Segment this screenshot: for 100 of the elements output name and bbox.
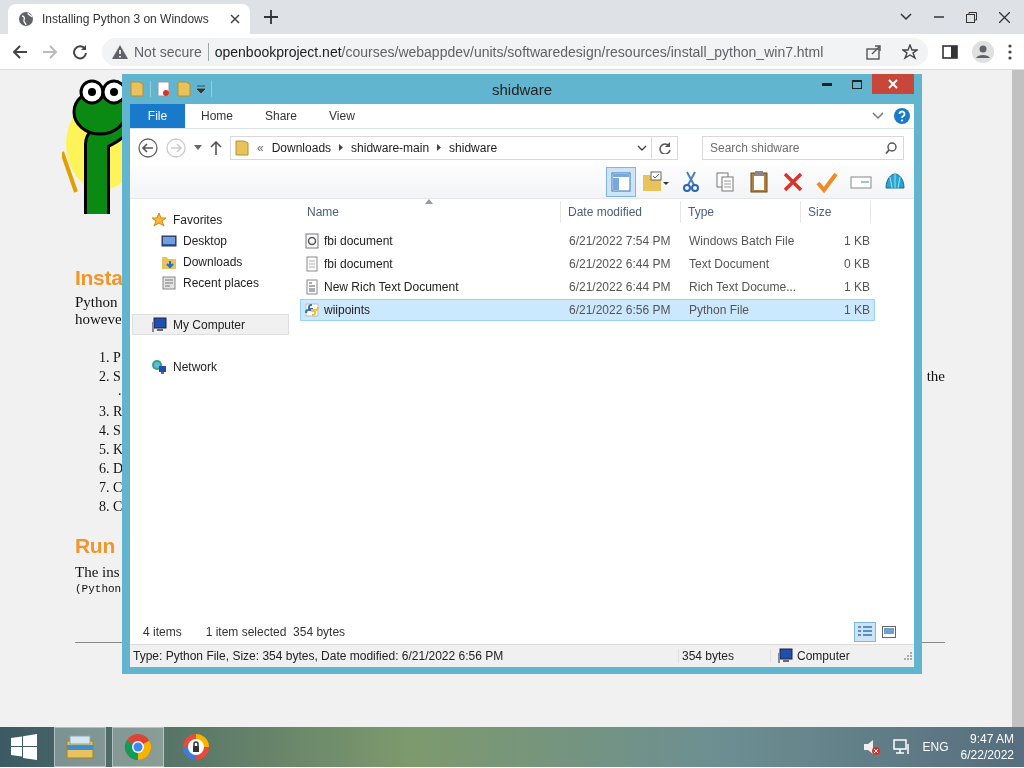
breadcrumb-item[interactable]: shidware-main xyxy=(351,140,430,155)
list-item-text: 7. C xyxy=(99,479,123,497)
maximize-icon xyxy=(852,79,862,89)
muted-speaker-icon xyxy=(862,739,881,755)
size-cell-text: 1 KB xyxy=(843,303,871,317)
section-heading: Insta xyxy=(75,266,123,290)
folder-icon xyxy=(177,81,191,97)
recent-places-icon xyxy=(161,274,177,291)
computer-icon xyxy=(777,648,793,664)
nav-item[interactable]: Network xyxy=(132,356,289,377)
nav-item[interactable]: Favorites xyxy=(132,209,289,230)
document-icon xyxy=(304,279,320,295)
list-item-text: 3. R xyxy=(99,403,123,421)
dropdown-icon xyxy=(197,85,205,93)
close-icon xyxy=(230,14,240,24)
paragraph-text: The ins xyxy=(75,564,120,581)
file-menu-button[interactable]: File xyxy=(130,104,185,128)
taskbar-app[interactable] xyxy=(112,727,164,767)
breadcrumb-overflow[interactable]: « xyxy=(257,140,264,155)
file-row[interactable]: fbi document 6/21/2022 6:44 PM Text Document 0 KB xyxy=(300,253,875,275)
share-icon xyxy=(866,43,882,60)
browser-tab[interactable]: Installing Python 3 on Windows xyxy=(8,4,250,34)
size-text: 354 bytes xyxy=(679,649,771,663)
warning-icon xyxy=(112,44,128,59)
globe-icon xyxy=(18,11,34,27)
language-indicator[interactable]: ENG xyxy=(922,740,949,754)
date-cell-text: 6/21/2022 6:44 PM xyxy=(568,280,672,294)
python-file-icon xyxy=(304,302,320,318)
date-cell-text: 6/21/2022 7:54 PM xyxy=(568,234,672,248)
details-text: Type: Python File, Size: 354 bytes, Date modified: 6/21/2022 6:56 PM xyxy=(130,649,679,663)
forward-icon xyxy=(42,43,58,60)
size-cell-text: 1 KB xyxy=(843,234,871,248)
paragraph-text: the xyxy=(926,367,945,386)
chevron-right-icon xyxy=(339,144,344,151)
image-icon xyxy=(882,625,896,638)
section-heading: Run xyxy=(75,534,115,558)
back-icon xyxy=(138,137,158,158)
refresh-button[interactable] xyxy=(652,135,678,160)
date-cell-text: 6/21/2022 6:44 PM xyxy=(568,257,672,271)
file-name: fbi document xyxy=(324,257,393,271)
scrollbar[interactable] xyxy=(1012,70,1024,727)
list-item-text: 4. S xyxy=(99,422,121,440)
folder-icon xyxy=(641,170,671,194)
list-item-text: 2. S xyxy=(99,368,121,386)
star-icon xyxy=(902,43,918,60)
menu-icon xyxy=(1008,43,1012,60)
forward-icon xyxy=(166,137,186,158)
nav-item[interactable]: Desktop xyxy=(132,230,289,251)
minimize-icon xyxy=(822,82,832,86)
breadcrumb-item[interactable]: Downloads xyxy=(271,140,332,155)
file-row[interactable]: New Rich Text Document 6/21/2022 6:44 PM Rich Text Docume... 1 KB xyxy=(300,276,875,298)
list-item-text: 6. D xyxy=(99,460,124,478)
column-header[interactable]: Size xyxy=(801,201,871,223)
details-view-button[interactable] xyxy=(854,621,876,642)
nav-item[interactable]: My Computer xyxy=(132,314,289,335)
nav-item[interactable]: Downloads xyxy=(132,251,289,272)
back-icon xyxy=(12,43,28,60)
close-icon xyxy=(999,11,1010,23)
size-cell-text: 1 KB xyxy=(843,280,871,294)
clock[interactable]: 9:47 AM 6/22/2022 xyxy=(960,731,1014,763)
resize-grip-icon xyxy=(904,652,912,660)
dropdown-icon xyxy=(637,144,647,151)
column-header[interactable]: Name xyxy=(300,201,561,223)
chevron-right-icon xyxy=(437,144,442,151)
list-item-text: . xyxy=(118,386,122,400)
reload-icon xyxy=(72,43,88,60)
address-field[interactable]: « Downloads shidware-main shidware xyxy=(230,135,652,160)
ribbon-tab[interactable]: Share xyxy=(249,104,314,128)
item-count: 4 items xyxy=(143,624,182,639)
close-button[interactable] xyxy=(872,74,914,94)
search-icon xyxy=(885,141,897,154)
help-icon xyxy=(894,108,910,124)
ribbon-tab[interactable]: View xyxy=(313,104,371,128)
security-label: Not secure xyxy=(134,43,202,60)
url-text: openbookproject.net/courses/webappdev/units/softwaredesign/resources/install_python_win7.html xyxy=(214,43,825,60)
type-cell-text: Text Document xyxy=(688,257,771,271)
column-header[interactable]: Date modified xyxy=(561,201,681,223)
size-cell-text: 0 KB xyxy=(843,257,871,271)
paste-icon xyxy=(747,170,771,194)
side-panel-icon xyxy=(942,43,958,60)
chevron-down-icon xyxy=(900,13,912,21)
column-header[interactable]: Type xyxy=(681,201,801,223)
list-item-text: 1. P xyxy=(99,349,121,367)
search-field[interactable]: Search shidware xyxy=(702,135,904,160)
ribbon-tab[interactable]: Home xyxy=(185,104,249,128)
file-row[interactable]: fbi document 6/21/2022 7:54 PM Windows Batch File 1 KB xyxy=(300,230,875,252)
network-icon xyxy=(892,739,911,755)
file-row[interactable]: wiipoints 6/21/2022 6:56 PM Python File 1 KB xyxy=(300,299,875,321)
sort-arrow-icon xyxy=(425,199,433,204)
computer-icon xyxy=(151,316,167,333)
network-icon xyxy=(151,358,167,375)
expand-ribbon-icon xyxy=(872,112,884,120)
nav-item[interactable]: Recent places xyxy=(132,272,289,293)
browser-icon xyxy=(122,731,154,763)
address-bar[interactable]: Not secure openbookproject.net/courses/webappdev/units/softwaredesign/resources/install_python_win7.html xyxy=(102,37,928,66)
preview-pane-button[interactable] xyxy=(606,167,636,197)
breadcrumb-item[interactable]: shidware xyxy=(449,140,498,155)
copy-icon xyxy=(713,170,737,194)
folder-icon xyxy=(130,81,144,97)
file-name: New Rich Text Document xyxy=(324,280,459,294)
